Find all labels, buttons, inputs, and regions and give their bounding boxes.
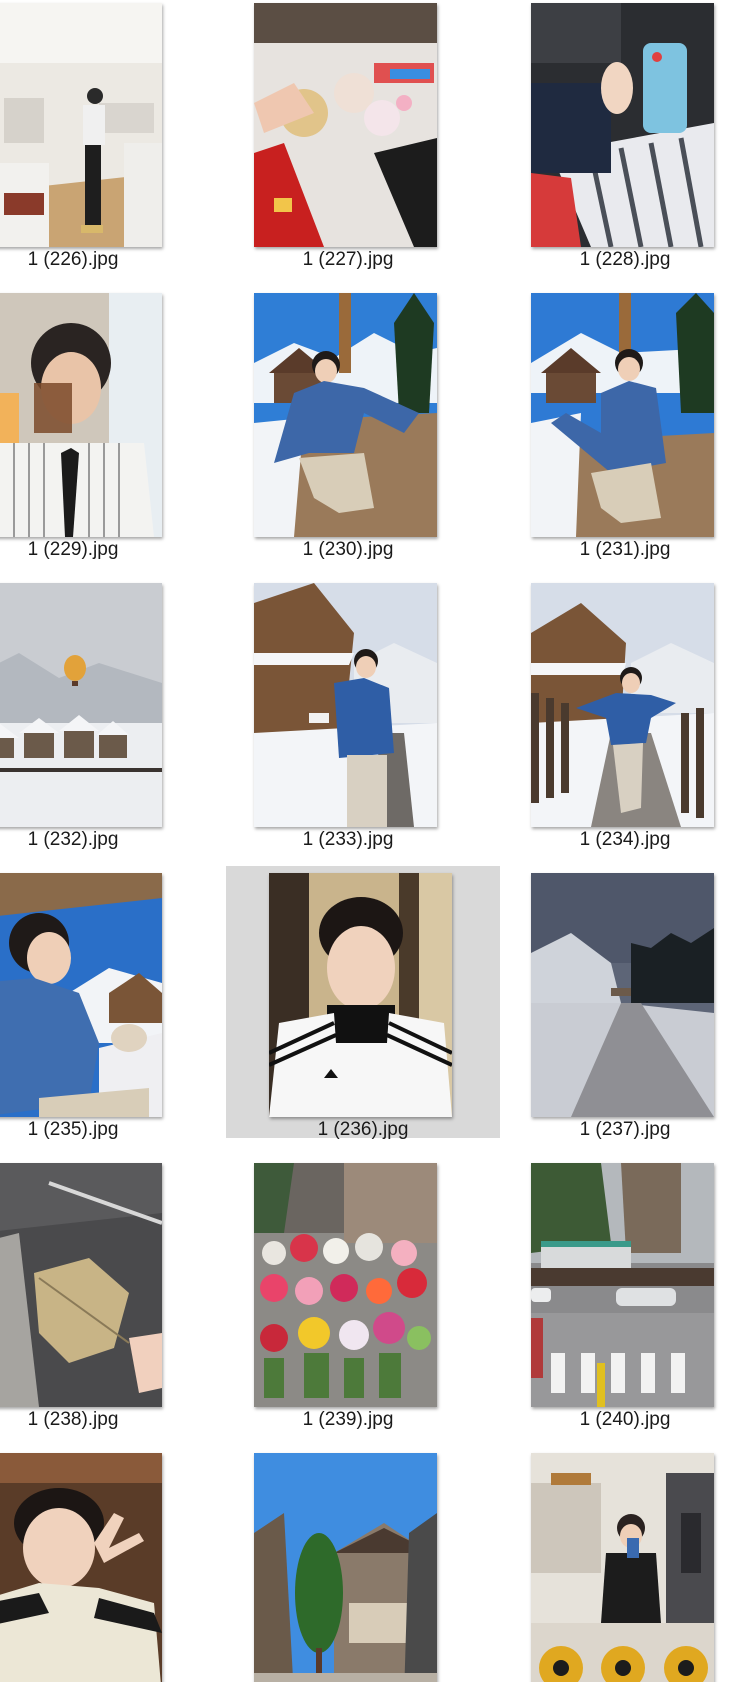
file-tile[interactable]: 1 (227).jpg [211,0,485,270]
file-tile[interactable]: 1 (237).jpg [488,866,735,1140]
photo-drinks-toast-icon[interactable] [254,3,437,247]
photo-street-crosswalk-icon[interactable] [531,1163,714,1407]
file-tile[interactable]: 1 (239).jpg [211,1156,485,1430]
file-tile[interactable]: 1 (233).jpg [211,576,485,850]
photo-gallery-interior-icon[interactable] [0,3,162,247]
file-name[interactable]: 1 (226).jpg [0,248,210,272]
file-name[interactable]: 1 (235).jpg [0,1118,210,1142]
photo-leaf-pavement-icon[interactable] [0,1163,162,1407]
file-name[interactable]: 1 (237).jpg [488,1118,735,1142]
file-tile[interactable]: 1 (226).jpg [0,0,210,270]
file-tile[interactable]: 1 (228).jpg [488,0,735,270]
photo-snow-portrait-icon[interactable] [0,873,162,1117]
photo-car-phone-icon[interactable] [531,3,714,247]
file-name[interactable]: 1 (238).jpg [0,1408,210,1432]
photo-flower-stall-icon[interactable] [254,1163,437,1407]
file-name[interactable]: 1 (232).jpg [0,828,210,852]
file-explorer-grid: 1 (226).jpg 1 (227).jpg 1 (228).jpg 1 (2… [0,0,735,1682]
file-name[interactable]: 1 (227).jpg [211,248,485,272]
photo-snowy-road-icon[interactable] [531,873,714,1117]
photo-tree-buildings-icon[interactable] [254,1453,437,1682]
photo-portrait-cup-icon[interactable] [0,293,162,537]
file-name[interactable]: 1 (239).jpg [211,1408,485,1432]
file-tile[interactable]: 1 (238).jpg [0,1156,210,1430]
photo-snow-blue-jacket-icon[interactable] [531,293,714,537]
file-name[interactable]: 1 (240).jpg [488,1408,735,1432]
file-tile-selected[interactable]: 1 (236).jpg [226,866,500,1140]
file-name[interactable]: 1 (229).jpg [0,538,210,562]
photo-snow-path-icon[interactable] [531,583,714,827]
file-name[interactable]: 1 (231).jpg [488,538,735,562]
file-tile[interactable]: 1 (234).jpg [488,576,735,850]
file-tile[interactable]: 1 (235).jpg [0,866,210,1140]
file-name[interactable]: 1 (236).jpg [226,1118,500,1142]
photo-snow-path-icon[interactable] [254,583,437,827]
file-tile[interactable] [488,1446,735,1682]
photo-snow-blue-jacket-icon[interactable] [254,293,437,537]
file-tile[interactable]: 1 (231).jpg [488,286,735,560]
file-name[interactable]: 1 (234).jpg [488,828,735,852]
file-tile[interactable]: 1 (230).jpg [211,286,485,560]
file-name[interactable]: 1 (228).jpg [488,248,735,272]
photo-peace-sign-icon[interactable] [0,1453,162,1682]
photo-gym-mirror-icon[interactable] [531,1453,714,1682]
file-name[interactable]: 1 (230).jpg [211,538,485,562]
file-tile[interactable]: 1 (240).jpg [488,1156,735,1430]
file-tile[interactable]: 1 (232).jpg [0,576,210,850]
file-name[interactable]: 1 (233).jpg [211,828,485,852]
file-tile[interactable]: 1 (229).jpg [0,286,210,560]
photo-selfie-tracksuit-icon[interactable] [269,873,452,1117]
photo-balloon-mountains-icon[interactable] [0,583,162,827]
file-tile[interactable] [0,1446,210,1682]
file-tile[interactable] [211,1446,485,1682]
